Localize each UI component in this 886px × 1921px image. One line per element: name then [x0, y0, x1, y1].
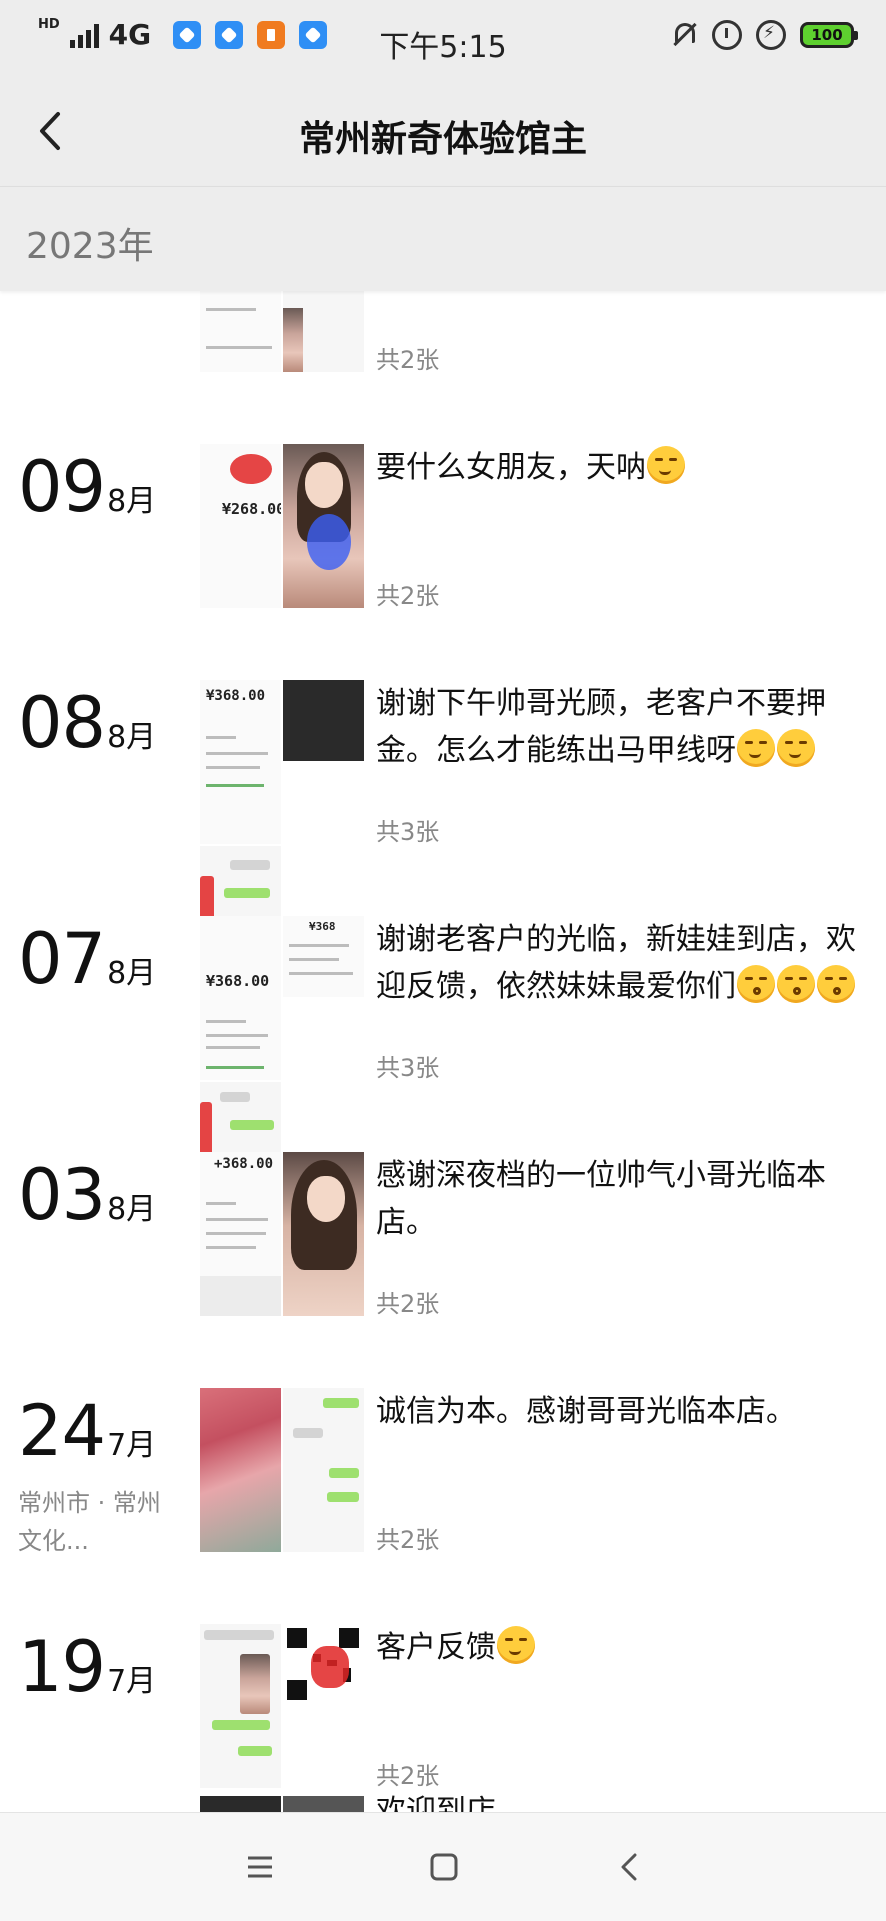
photo-count: 共2张 [376, 346, 440, 374]
thumbnail-grid[interactable] [200, 1624, 364, 1788]
list-item[interactable]: 07 8月 ¥368.00 ¥368 谢谢老客户的光临，新娃娃到店，欢迎反馈，依… [0, 916, 886, 1163]
post-day: 24 [18, 1390, 106, 1472]
thumbnail-grid[interactable] [200, 1796, 364, 1812]
chat-thumbnail[interactable] [200, 846, 281, 927]
photo-thumbnail[interactable] [283, 680, 364, 761]
photo-thumbnail[interactable] [283, 1152, 364, 1316]
list-item[interactable]: 19 7月 客户反馈 共2张 [0, 1624, 886, 1812]
list-item[interactable]: 欢迎到店 [0, 1794, 886, 1812]
post-day: 03 [18, 1154, 106, 1236]
post-date: 24 7月 [18, 1388, 156, 1474]
receipt-thumbnail[interactable]: ¥368 [283, 916, 364, 997]
thumb-amount: ¥368.00 [206, 972, 270, 990]
photo-thumbnail[interactable] [283, 444, 364, 608]
post-location[interactable]: 常州市 · 常州文化... [18, 1484, 168, 1560]
menu-button[interactable] [238, 1845, 282, 1889]
chat-thumbnail[interactable] [200, 1624, 281, 1788]
thumbnail-grid[interactable]: ¥368.00 ¥368 [200, 916, 364, 1163]
post-text: 要什么女朋友，天呐 [376, 444, 862, 491]
post-date: 09 8月 [18, 444, 156, 530]
receipt-thumbnail[interactable]: +368.00 [200, 1152, 281, 1316]
emoji-icon [817, 965, 855, 1003]
emoji-icon [647, 446, 685, 484]
post-date: 03 8月 [18, 1152, 156, 1238]
post-day: 19 [18, 1626, 106, 1708]
list-item[interactable]: 03 8月 +368.00 感谢深夜档的一位帅气小哥光临本店。 共2张 [0, 1152, 886, 1352]
photo-count: 共2张 [376, 1762, 440, 1790]
photo-count: 共3张 [376, 818, 440, 846]
list-item[interactable]: 24 7月 常州市 · 常州文化... 诚信为本。感谢哥哥光临本店。 共2张 [0, 1388, 886, 1588]
thumbnail-grid[interactable]: +368.00 [200, 1152, 364, 1316]
post-day: 07 [18, 918, 106, 1000]
thumbnail-grid[interactable]: ¥368.00 [200, 680, 364, 927]
post-day: 09 [18, 446, 106, 528]
post-month: 7月 [107, 1428, 157, 1463]
post-date: 08 8月 [18, 680, 156, 766]
back-nav-button[interactable] [608, 1845, 652, 1889]
thumb-amount: ¥268.00 [222, 500, 281, 518]
post-month: 8月 [107, 1192, 157, 1227]
thumb-amount: +368.00 [214, 1156, 274, 1172]
receipt-thumbnail[interactable]: ¥368.00 [200, 680, 281, 844]
receipt-thumbnail[interactable]: ¥368.00 [200, 916, 281, 1080]
post-text: 谢谢老客户的光临，新娃娃到店，欢迎反馈，依然妹妹最爱你们 [376, 916, 862, 1010]
chat-thumbnail[interactable] [200, 1082, 281, 1163]
thumbnail-grid[interactable]: ¥268.00 [200, 444, 364, 608]
photo-count: 共2张 [376, 582, 440, 610]
post-text: 谢谢下午帅哥光顾，老客户不要押金。怎么才能练出马甲线呀 [376, 680, 862, 774]
post-month: 8月 [107, 956, 157, 991]
photo-count: 共2张 [376, 1290, 440, 1318]
thumbnail-grid[interactable] [200, 1388, 364, 1552]
emoji-icon [497, 1626, 535, 1664]
home-button[interactable] [422, 1845, 466, 1889]
receipt-thumbnail[interactable]: ¥268.00 [200, 444, 281, 608]
post-date: 19 7月 [18, 1624, 156, 1710]
list-item[interactable]: 08 8月 ¥368.00 谢谢下午帅哥光顾，老客户不要押金。怎么才能练出马甲线… [0, 680, 886, 927]
year-header: 2023年 [0, 186, 886, 291]
thumb-amount: ¥368.00 [206, 688, 266, 704]
photo-count: 共3张 [376, 1054, 440, 1082]
back-nav-icon [621, 1853, 637, 1881]
qr-code-thumbnail[interactable] [283, 1624, 364, 1788]
photo-thumbnail[interactable] [200, 1388, 281, 1552]
navigation-bar [0, 1812, 886, 1921]
photo-thumbnail[interactable] [200, 1796, 281, 1812]
post-month: 7月 [107, 1664, 157, 1699]
year-label: 2023年 [26, 226, 154, 267]
post-text-content: 要什么女朋友，天呐 [376, 450, 646, 485]
emoji-icon [777, 965, 815, 1003]
home-icon [430, 1853, 458, 1881]
post-text: 诚信为本。感谢哥哥光临本店。 [376, 1394, 796, 1429]
emoji-icon [737, 729, 775, 767]
chat-thumbnail[interactable] [283, 1388, 364, 1552]
post-day: 08 [18, 682, 106, 764]
post-month: 8月 [107, 720, 157, 755]
photo-thumbnail[interactable] [283, 1796, 364, 1812]
menu-icon [248, 1856, 272, 1878]
post-text: 欢迎到店 [376, 1794, 496, 1812]
post-text: 客户反馈 [376, 1624, 862, 1671]
emoji-icon [777, 729, 815, 767]
post-text: 感谢深夜档的一位帅气小哥光临本店。 [376, 1158, 826, 1240]
photo-count: 共2张 [376, 1526, 440, 1554]
list-item[interactable]: 09 8月 ¥268.00 要什么女朋友，天呐 共2张 [0, 444, 886, 644]
thumb-amount: ¥368 [309, 920, 336, 933]
emoji-icon [737, 965, 775, 1003]
post-date: 07 8月 [18, 916, 156, 1002]
post-text-content: 客户反馈 [376, 1630, 496, 1665]
post-month: 8月 [107, 484, 157, 519]
